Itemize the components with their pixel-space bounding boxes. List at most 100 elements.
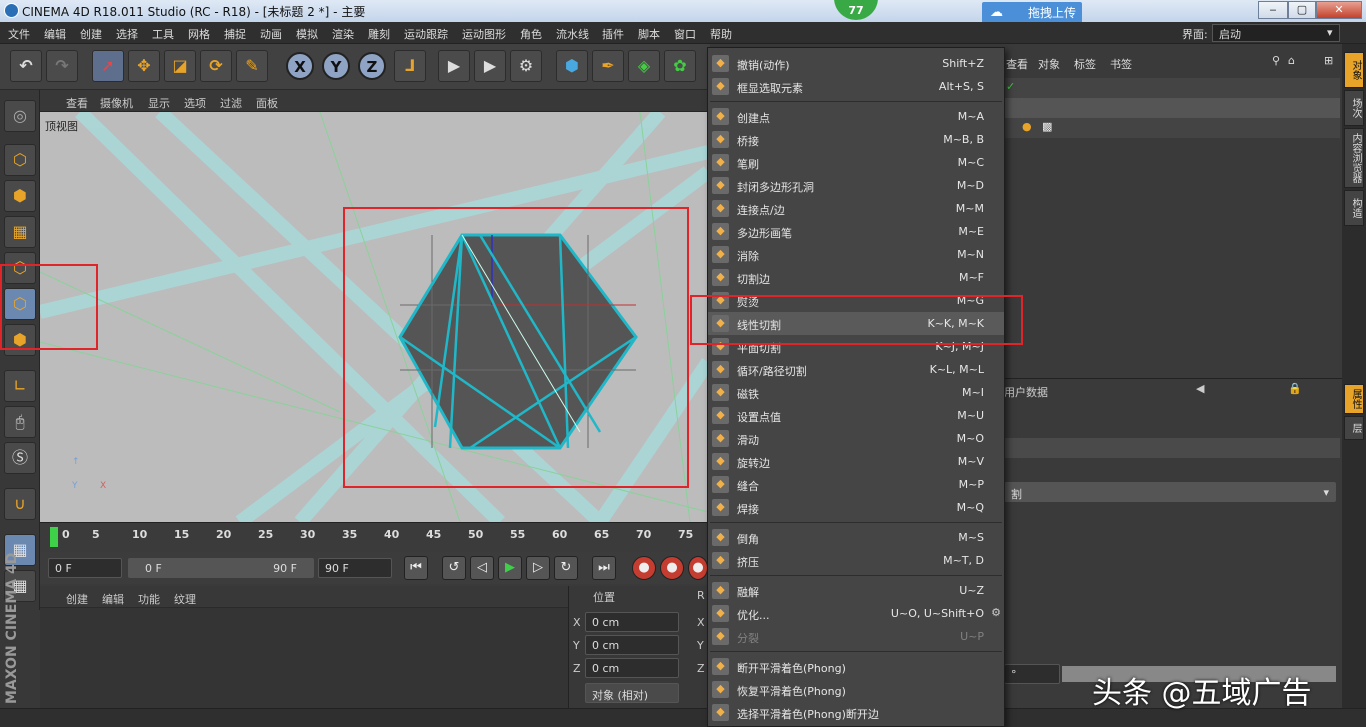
x-position-field[interactable]: 0 cm [585, 612, 679, 632]
context-menu-item[interactable]: ◆ 笔刷 M~C [708, 151, 1004, 174]
menu-simulate[interactable]: 模拟 [296, 26, 318, 42]
context-menu-item[interactable]: ◆ 设置点值 M~U [708, 404, 1004, 427]
object-row-selected[interactable] [1004, 98, 1340, 118]
record-icon[interactable]: ● [632, 556, 656, 580]
menu-edit[interactable]: 编辑 [44, 26, 66, 42]
context-menu-item[interactable]: ◆ 封闭多边形孔洞 M~D [708, 174, 1004, 197]
context-menu-item[interactable]: ◆ 缝合 M~P [708, 473, 1004, 496]
om-tab-bookmarks[interactable]: 书签 [1110, 56, 1132, 72]
upload-button[interactable]: ☁ 拖拽上传 [982, 2, 1082, 24]
side-tab-structure[interactable]: 构造 [1344, 190, 1364, 226]
magnet-tool-icon[interactable]: ∪ [4, 488, 36, 520]
side-tab-objects[interactable]: 对象 [1344, 52, 1364, 88]
material-menu-texture[interactable]: 纹理 [174, 591, 196, 607]
context-menu-item[interactable]: ◆ 旋转边 M~V [708, 450, 1004, 473]
object-tags-row[interactable]: ● ▩ [1004, 118, 1340, 138]
move-icon[interactable]: ✥ [128, 50, 160, 82]
texture-mode-icon[interactable]: ⬢ [4, 180, 36, 212]
make-editable-icon[interactable]: ◎ [4, 100, 36, 132]
attributes-dropdown[interactable]: 割 ▾ [1004, 482, 1336, 502]
knife-tool-icon[interactable]: ✎ [236, 50, 268, 82]
z-position-field[interactable]: 0 cm [585, 658, 679, 678]
menu-select[interactable]: 选择 [116, 26, 138, 42]
menu-mesh[interactable]: 网格 [188, 26, 210, 42]
context-menu-item[interactable]: ◆ 焊接 M~Q [708, 496, 1004, 519]
menu-script[interactable]: 脚本 [638, 26, 660, 42]
viewport-menu-filter[interactable]: 过滤 [220, 95, 242, 111]
previous-key-icon[interactable]: ↺ [442, 556, 466, 580]
snap-icon[interactable]: Ⓢ [4, 442, 36, 474]
render-picture-icon[interactable]: ▶ [474, 50, 506, 82]
menu-motion-tracking[interactable]: 运动跟踪 [404, 26, 448, 42]
context-menu-item[interactable]: ◆ 循环/路径切割 K~L, M~L [708, 358, 1004, 381]
pen-icon[interactable]: ✒ [592, 50, 624, 82]
context-menu-item[interactable]: ◆ 选择平滑着色(Phong)断开边 [708, 701, 1004, 724]
om-tab-tags[interactable]: 标签 [1074, 56, 1096, 72]
context-menu-item[interactable]: ◆ 优化... U~O, U~Shift+O ⚙ [708, 602, 1004, 625]
context-menu-item[interactable]: ◆ 切割边 M~F [708, 266, 1004, 289]
side-tab-layers[interactable]: 层 [1344, 416, 1364, 440]
context-menu-item[interactable]: ◆ 连接点/边 M~M [708, 197, 1004, 220]
side-tab-content-browser[interactable]: 内容浏览器 [1344, 128, 1364, 188]
context-menu-item[interactable]: ◆ 挤压 M~T, D [708, 549, 1004, 572]
menu-snap[interactable]: 捕捉 [224, 26, 246, 42]
menu-create[interactable]: 创建 [80, 26, 102, 42]
axis-mode-icon[interactable]: ∟ [4, 370, 36, 402]
max-frame-field[interactable]: 90 F [318, 558, 392, 578]
current-frame-field[interactable]: 0 F [48, 558, 122, 578]
render-settings-icon[interactable]: ⚙ [510, 50, 542, 82]
autokey-icon[interactable]: ● [660, 556, 684, 580]
material-menu-create[interactable]: 创建 [66, 591, 88, 607]
menu-plugins[interactable]: 插件 [602, 26, 624, 42]
material-area[interactable] [40, 608, 568, 708]
maximize-button[interactable]: ▢ [1288, 1, 1316, 19]
rotate-icon[interactable]: ⟳ [200, 50, 232, 82]
menu-tools[interactable]: 工具 [152, 26, 174, 42]
context-menu-item[interactable]: ◆ 桥接 M~B, B [708, 128, 1004, 151]
x-axis-icon[interactable]: X [286, 52, 314, 80]
back-icon[interactable]: ◀ [1196, 382, 1204, 395]
next-frame-icon[interactable]: ▷ [526, 556, 550, 580]
previous-frame-icon[interactable]: ◁ [470, 556, 494, 580]
menu-animate[interactable]: 动画 [260, 26, 282, 42]
menu-sculpt[interactable]: 雕刻 [368, 26, 390, 42]
degree-field[interactable]: ° [1004, 664, 1060, 684]
go-to-start-icon[interactable]: ⏮ [404, 556, 428, 580]
score-badge[interactable]: 77 [834, 0, 878, 20]
context-menu-item[interactable]: ◆ 断开平滑着色(Phong) [708, 655, 1004, 678]
lock-icon[interactable]: 🔒 [1288, 382, 1302, 395]
om-tab-view[interactable]: 查看 [1006, 56, 1028, 72]
context-menu-item[interactable]: ◆ 磁铁 M~I [708, 381, 1004, 404]
keyframe-icon[interactable]: ● [688, 556, 708, 580]
menu-file[interactable]: 文件 [8, 26, 30, 42]
side-tab-takes[interactable]: 场次 [1344, 90, 1364, 126]
viewport-menu-display[interactable]: 显示 [148, 95, 170, 111]
home-icon[interactable]: ⌂ [1288, 54, 1295, 67]
subdivision-icon[interactable]: ◈ [628, 50, 660, 82]
new-panel-icon[interactable]: ⊞ [1324, 54, 1333, 67]
cube-icon[interactable]: ⬢ [556, 50, 588, 82]
y-position-field[interactable]: 0 cm [585, 635, 679, 655]
context-menu-item[interactable]: ◆ 倒角 M~S [708, 526, 1004, 549]
y-axis-icon[interactable]: Y [322, 52, 350, 80]
context-menu-item[interactable]: ◆ 框显选取元素 Alt+S, S [708, 75, 1004, 98]
coordinate-system-icon[interactable]: ⅃ [394, 50, 426, 82]
menu-window[interactable]: 窗口 [674, 26, 696, 42]
undo-icon[interactable]: ↶ [10, 50, 42, 82]
layout-dropdown[interactable]: 启动 ▾ [1212, 24, 1340, 42]
close-button[interactable]: ✕ [1316, 1, 1362, 19]
z-axis-icon[interactable]: Z [358, 52, 386, 80]
context-menu-item[interactable]: ◆ 创建点 M~A [708, 105, 1004, 128]
menu-render[interactable]: 渲染 [332, 26, 354, 42]
minimize-button[interactable]: ‒ [1258, 1, 1288, 19]
viewport-menu-panel[interactable]: 面板 [256, 95, 278, 111]
context-menu-item[interactable]: ◆ 撤销(动作) Shift+Z [708, 52, 1004, 75]
menu-character[interactable]: 角色 [520, 26, 542, 42]
render-view-icon[interactable]: ▶ [438, 50, 470, 82]
object-row[interactable]: ✓ [1004, 78, 1340, 98]
search-icon[interactable]: ⚲ [1272, 54, 1280, 67]
range-slider[interactable]: 0 F 90 F [128, 558, 314, 578]
side-tab-attributes[interactable]: 属性 [1344, 384, 1364, 414]
live-select-icon[interactable]: ➚ [92, 50, 124, 82]
model-mode-icon[interactable]: ⬡ [4, 144, 36, 176]
